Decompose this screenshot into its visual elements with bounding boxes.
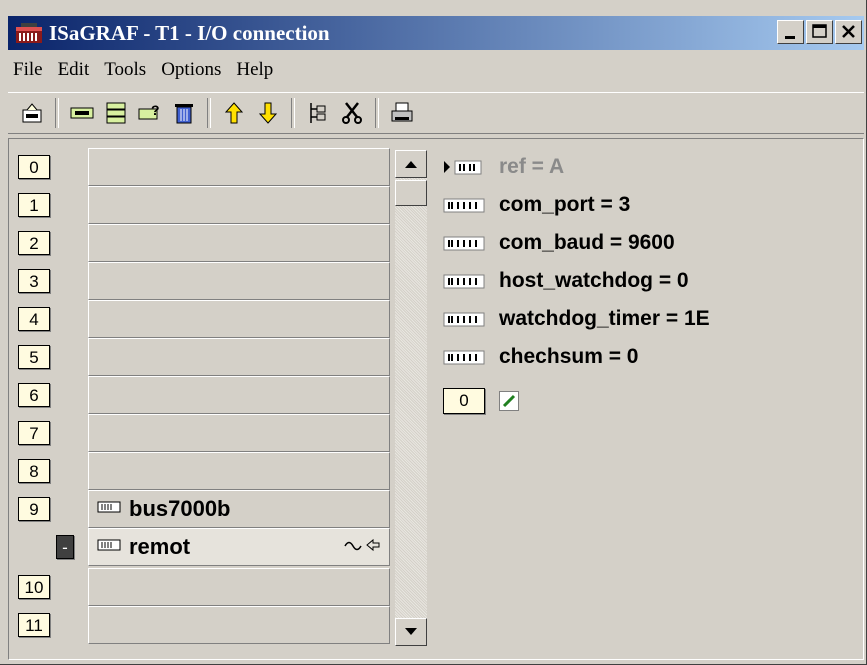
scroll-down-button[interactable] (395, 618, 427, 646)
slot-number[interactable]: 3 (18, 269, 50, 293)
tree-view-icon[interactable] (304, 99, 332, 127)
slot-cell[interactable] (88, 568, 390, 606)
slot-number[interactable]: 9 (18, 497, 50, 521)
save-icon[interactable] (18, 99, 46, 127)
maximize-button[interactable] (806, 20, 833, 44)
board-parameters-icon[interactable]: ? (136, 99, 164, 127)
slot-number[interactable]: 8 (18, 459, 50, 483)
menu-options[interactable]: Options (161, 59, 221, 81)
link-status-icon (343, 538, 381, 557)
slot-row[interactable]: 9 bus7000b (18, 490, 390, 528)
slot-number[interactable]: 5 (18, 345, 50, 369)
slot-number[interactable]: 10 (18, 575, 50, 599)
slot-row[interactable]: 4 (18, 300, 390, 338)
parameter-text: watchdog_timer = 1E (499, 307, 710, 330)
menu-help[interactable]: Help (236, 59, 273, 81)
app-icon (15, 22, 43, 44)
toolbar: ? (8, 92, 864, 134)
parameter-row[interactable]: watchdog_timer = 1E (443, 304, 710, 334)
menu-edit[interactable]: Edit (58, 59, 90, 81)
slot-cell[interactable] (88, 262, 390, 300)
slot-number[interactable]: 0 (18, 155, 50, 179)
slot-row[interactable]: 10 (18, 568, 390, 606)
pencil-icon[interactable] (499, 391, 519, 411)
slot-number[interactable]: 4 (18, 307, 50, 331)
slot-number[interactable]: 6 (18, 383, 50, 407)
slot-number[interactable]: 1 (18, 193, 50, 217)
menu-file[interactable]: File (13, 59, 43, 81)
channel-number[interactable]: 0 (443, 388, 485, 414)
parameter-row[interactable]: chechsum = 0 (443, 342, 638, 372)
parameter-row[interactable]: host_watchdog = 0 (443, 266, 689, 296)
parameter-icon (443, 233, 487, 253)
slot-cell[interactable]: remot (88, 528, 390, 566)
slot-cell[interactable] (88, 148, 390, 186)
svg-text:?: ? (151, 102, 160, 118)
vertical-scrollbar[interactable] (395, 150, 427, 646)
print-icon[interactable] (388, 99, 416, 127)
slot-cell[interactable] (88, 224, 390, 262)
parameter-icon (443, 309, 487, 329)
parameter-text: com_baud = 9600 (499, 231, 675, 254)
slot-cell[interactable] (88, 300, 390, 338)
ref-parameter-icon (443, 157, 487, 177)
slot-row[interactable]: 1 (18, 186, 390, 224)
slot-cell[interactable] (88, 186, 390, 224)
minimize-button[interactable] (777, 20, 804, 44)
slot-number[interactable]: - (56, 535, 74, 559)
board-name: bus7000b (129, 496, 231, 521)
slot-number[interactable]: 2 (18, 231, 50, 255)
menu-tools[interactable]: Tools (104, 59, 146, 81)
slot-cell[interactable] (88, 452, 390, 490)
board-name: remot (129, 534, 191, 559)
slot-cell[interactable] (88, 414, 390, 452)
cut-icon[interactable] (338, 99, 366, 127)
slot-cell[interactable]: bus7000b (88, 490, 390, 528)
slot-cell[interactable] (88, 338, 390, 376)
slot-row[interactable]: 0 (18, 148, 390, 186)
parameter-text: com_port = 3 (499, 193, 631, 216)
slot-row[interactable]: 6 (18, 376, 390, 414)
parameter-text: host_watchdog = 0 (499, 269, 689, 292)
parameter-row[interactable]: ref = A (443, 152, 564, 182)
slot-row[interactable]: 11 (18, 606, 390, 644)
isagraf-io-window: ISaGRAF - T1 - I/O connection File Edit … (0, 0, 867, 665)
arrow-up-icon[interactable] (220, 99, 248, 127)
board-icon[interactable] (68, 99, 96, 127)
channel-row: 0 (443, 388, 519, 414)
title-bar[interactable]: ISaGRAF - T1 - I/O connection (8, 16, 864, 50)
parameter-text: ref = A (499, 155, 565, 178)
scroll-thumb[interactable] (395, 180, 427, 206)
window-title: ISaGRAF - T1 - I/O connection (49, 20, 330, 45)
trash-icon[interactable] (170, 99, 198, 127)
board-icon (97, 538, 121, 557)
parameter-icon (443, 195, 487, 215)
parameter-row[interactable]: com_baud = 9600 (443, 228, 675, 258)
multi-board-icon[interactable] (102, 99, 130, 127)
slot-number[interactable]: 7 (18, 421, 50, 445)
slot-row[interactable]: - remot (18, 528, 390, 566)
slot-row[interactable]: 7 (18, 414, 390, 452)
parameter-row[interactable]: com_port = 3 (443, 190, 630, 220)
parameter-icon (443, 347, 487, 367)
parameter-text: chechsum = 0 (499, 345, 639, 368)
scroll-up-button[interactable] (395, 150, 427, 178)
parameter-icon (443, 271, 487, 291)
slot-cell[interactable] (88, 606, 390, 644)
slot-number[interactable]: 11 (18, 613, 50, 637)
slot-row[interactable]: 2 (18, 224, 390, 262)
board-icon (97, 500, 121, 519)
slot-cell[interactable] (88, 376, 390, 414)
slot-row[interactable]: 3 (18, 262, 390, 300)
arrow-down-icon[interactable] (254, 99, 282, 127)
close-button[interactable] (835, 20, 862, 44)
menu-bar: File Edit Tools Options Help (8, 55, 283, 85)
slot-row[interactable]: 5 (18, 338, 390, 376)
slot-row[interactable]: 8 (18, 452, 390, 490)
